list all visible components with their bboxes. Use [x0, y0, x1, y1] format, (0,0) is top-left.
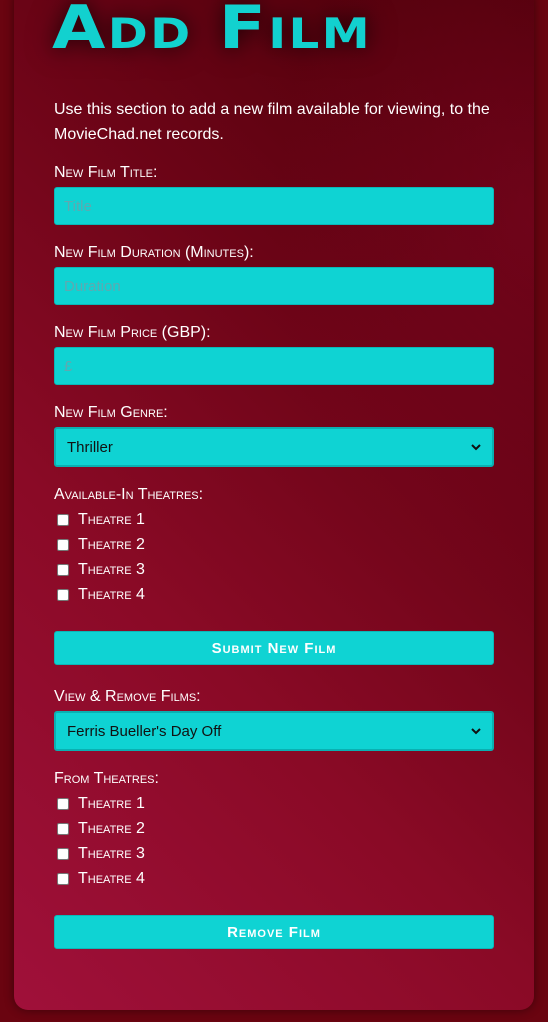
chevron-down-icon: [471, 728, 481, 735]
add-theatre-3-row[interactable]: Theatre 3: [57, 560, 145, 580]
add-theatre-1-row[interactable]: Theatre 1: [57, 510, 145, 530]
add-theatre-3-label: Theatre 3: [78, 561, 145, 578]
from-theatres-label: From Theatres:: [54, 770, 159, 787]
add-theatre-1-label: Theatre 1: [78, 511, 145, 528]
film-list-select[interactable]: Ferris Bueller's Day Off: [54, 711, 494, 751]
add-theatre-1-checkbox[interactable]: [57, 514, 69, 526]
add-theatre-2-label: Theatre 2: [78, 536, 145, 553]
film-title-label: New Film Title:: [54, 164, 158, 181]
intro-text: Use this section to add a new film avail…: [54, 101, 490, 143]
page-title: Add Film: [52, 0, 372, 63]
remove-theatre-3-checkbox[interactable]: [57, 848, 69, 860]
add-theatre-2-row[interactable]: Theatre 2: [57, 535, 145, 555]
add-theatre-3-checkbox[interactable]: [57, 564, 69, 576]
remove-theatre-1-row[interactable]: Theatre 1: [57, 794, 145, 814]
film-price-input[interactable]: [54, 347, 494, 385]
add-theatre-4-row[interactable]: Theatre 4: [57, 585, 145, 605]
film-genre-selected: Thriller: [67, 438, 113, 456]
remove-theatre-4-label: Theatre 4: [78, 870, 145, 887]
remove-film-button[interactable]: Remove Film: [54, 915, 494, 949]
chevron-down-icon: [471, 444, 481, 451]
remove-theatre-4-row[interactable]: Theatre 4: [57, 869, 145, 889]
remove-theatre-2-label: Theatre 2: [78, 820, 145, 837]
film-genre-select[interactable]: Thriller: [54, 427, 494, 467]
remove-theatre-1-checkbox[interactable]: [57, 798, 69, 810]
add-theatre-2-checkbox[interactable]: [57, 539, 69, 551]
remove-theatre-2-checkbox[interactable]: [57, 823, 69, 835]
film-genre-label: New Film Genre:: [54, 404, 168, 421]
remove-theatre-4-checkbox[interactable]: [57, 873, 69, 885]
add-theatre-4-checkbox[interactable]: [57, 589, 69, 601]
film-duration-input[interactable]: [54, 267, 494, 305]
remove-theatre-1-label: Theatre 1: [78, 795, 145, 812]
film-list-selected: Ferris Bueller's Day Off: [67, 722, 222, 740]
available-theatres-label: Available-In Theatres:: [54, 486, 204, 503]
film-title-input[interactable]: [54, 187, 494, 225]
add-theatre-4-label: Theatre 4: [78, 586, 145, 603]
view-remove-films-label: View & Remove Films:: [54, 688, 201, 705]
film-duration-label: New Film Duration (Minutes):: [54, 244, 254, 261]
submit-new-film-button[interactable]: Submit New Film: [54, 631, 494, 665]
remove-theatre-2-row[interactable]: Theatre 2: [57, 819, 145, 839]
remove-theatre-3-label: Theatre 3: [78, 845, 145, 862]
remove-theatre-3-row[interactable]: Theatre 3: [57, 844, 145, 864]
film-price-label: New Film Price (GBP):: [54, 324, 211, 341]
